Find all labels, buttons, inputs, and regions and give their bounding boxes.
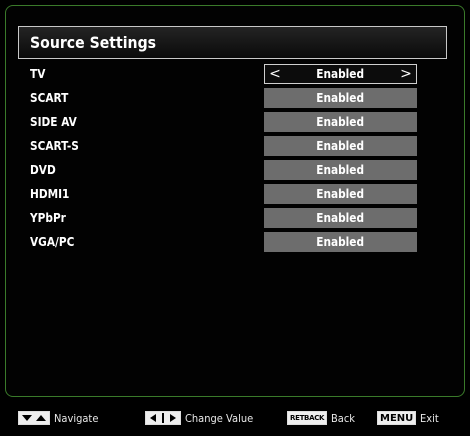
arrow-right-icon[interactable]: >	[398, 65, 414, 83]
return-back-key-icon: RETBACK	[287, 411, 328, 425]
arrow-left-icon[interactable]: <	[267, 65, 283, 83]
up-down-key-icon	[18, 411, 50, 425]
source-settings-screen: Source Settings TV < Enabled > SCART Ena…	[0, 0, 470, 436]
source-row-side-av[interactable]: SIDE AV Enabled	[0, 112, 470, 132]
source-value-box[interactable]: Enabled	[264, 184, 417, 204]
source-label: SCART	[30, 91, 69, 105]
source-row-scart-s[interactable]: SCART-S Enabled	[0, 136, 470, 156]
source-value: Enabled	[316, 91, 365, 105]
source-value: Enabled	[316, 211, 365, 225]
source-label: TV	[30, 67, 46, 81]
left-right-key-icon	[145, 411, 181, 425]
menu-key-icon: MENU	[377, 411, 417, 425]
footer-help-bar: Navigate Change Value RETBACK Back MENU …	[0, 404, 470, 432]
source-row-scart[interactable]: SCART Enabled	[0, 88, 470, 108]
footer-exit: MENU Exit	[377, 410, 441, 426]
footer-change-value: Change Value	[145, 410, 261, 426]
page-title: Source Settings	[30, 33, 157, 52]
source-row-hdmi1[interactable]: HDMI1 Enabled	[0, 184, 470, 204]
source-value: Enabled	[316, 163, 365, 177]
navigate-label: Navigate	[54, 411, 99, 425]
source-label: VGA/PC	[30, 235, 75, 249]
source-value: Enabled	[316, 67, 365, 81]
source-value-box[interactable]: Enabled	[264, 232, 417, 252]
source-value: Enabled	[316, 115, 365, 129]
footer-navigate: Navigate	[18, 410, 103, 426]
source-value-box[interactable]: Enabled	[264, 112, 417, 132]
source-value-box[interactable]: Enabled	[264, 136, 417, 156]
title-bar: Source Settings	[18, 26, 447, 59]
back-label: Back	[331, 411, 356, 425]
source-value: Enabled	[316, 139, 365, 153]
source-row-tv[interactable]: TV < Enabled >	[0, 64, 470, 84]
source-label: HDMI1	[30, 187, 70, 201]
change-value-label: Change Value	[185, 411, 254, 425]
exit-label: Exit	[420, 411, 440, 425]
source-row-ypbpr[interactable]: YPbPr Enabled	[0, 208, 470, 228]
source-label: YPbPr	[30, 211, 66, 225]
source-value: Enabled	[316, 187, 365, 201]
source-value-box[interactable]: Enabled	[264, 208, 417, 228]
source-value-box[interactable]: Enabled	[264, 160, 417, 180]
source-value-box[interactable]: Enabled	[264, 88, 417, 108]
source-label: SIDE AV	[30, 115, 77, 129]
source-value-selector[interactable]: < Enabled >	[264, 64, 417, 84]
source-label: DVD	[30, 163, 56, 177]
source-label: SCART-S	[30, 139, 79, 153]
footer-back: RETBACK Back	[287, 410, 358, 426]
source-row-dvd[interactable]: DVD Enabled	[0, 160, 470, 180]
source-row-vga-pc[interactable]: VGA/PC Enabled	[0, 232, 470, 252]
source-value: Enabled	[316, 235, 365, 249]
